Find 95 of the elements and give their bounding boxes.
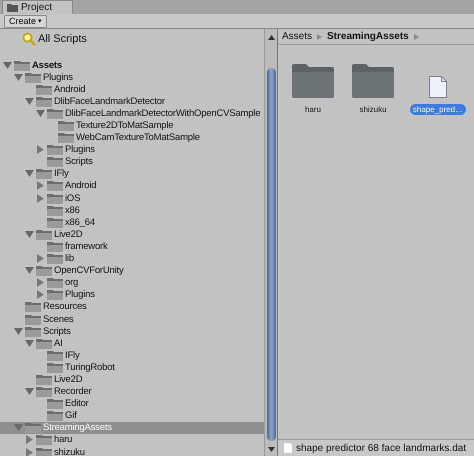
- asset-item[interactable]: shizuku: [350, 59, 396, 115]
- file-icon: [284, 443, 292, 453]
- tree-item[interactable]: Texture2DToMatSample: [0, 119, 264, 132]
- folder-icon: [351, 64, 395, 98]
- tree-item[interactable]: Scenes: [0, 312, 264, 326]
- tree-item[interactable]: Gif: [0, 410, 264, 422]
- tree-item[interactable]: Android: [0, 83, 264, 96]
- tree-item[interactable]: Plugins: [0, 144, 264, 156]
- tree-item[interactable]: Resources: [0, 300, 264, 313]
- selected-path: shape predictor 68 face landmarks.dat: [296, 442, 466, 454]
- expanded-arrow-icon[interactable]: [25, 230, 34, 238]
- tree-item[interactable]: haru: [0, 434, 264, 446]
- tree-item[interactable]: Scripts: [0, 156, 264, 168]
- tree-item[interactable]: Assets: [0, 59, 264, 72]
- file-icon: [429, 76, 447, 98]
- expanded-arrow-icon[interactable]: [25, 267, 34, 274]
- folder-icon: [36, 96, 52, 107]
- folder-icon: [36, 386, 52, 398]
- folder-icon: [36, 84, 52, 95]
- folder-icon: [47, 144, 63, 156]
- folder-icon: [47, 398, 63, 410]
- tree-item[interactable]: lib: [0, 252, 264, 265]
- tree-item[interactable]: org: [0, 276, 264, 289]
- tree-item[interactable]: IFly: [0, 349, 264, 362]
- folder-icon: [47, 180, 63, 192]
- tree-item[interactable]: iOS: [0, 192, 264, 204]
- folder-icon: [36, 168, 52, 180]
- tree-item[interactable]: x86: [0, 204, 264, 216]
- folder-icon: [47, 253, 63, 264]
- tree-item[interactable]: WebCamTextureToMatSample: [0, 132, 264, 144]
- tree-item[interactable]: All Scripts: [0, 31, 264, 47]
- folder-icon: [36, 338, 52, 349]
- folder-icon: [36, 434, 52, 446]
- collapsed-arrow-icon[interactable]: [36, 145, 45, 154]
- tree-item[interactable]: x86_64: [0, 216, 264, 228]
- folder-icon: [47, 277, 63, 288]
- collapsed-arrow-icon[interactable]: [36, 254, 45, 264]
- scroll-up-icon[interactable]: [268, 35, 274, 40]
- folder-icon: [291, 64, 335, 98]
- expanded-arrow-icon[interactable]: [25, 388, 34, 396]
- folder-icon: [36, 446, 52, 456]
- folder-icon: [47, 350, 63, 361]
- asset-label: shizuku: [358, 104, 388, 115]
- tree-item[interactable]: OpenCVForUnity: [0, 264, 264, 277]
- tree-item[interactable]: AI: [0, 337, 264, 350]
- tree-item[interactable]: Plugins: [0, 71, 264, 84]
- scrollbar-thumb[interactable]: [266, 68, 276, 441]
- folder-icon: [47, 156, 63, 168]
- tree-item[interactable]: Android: [0, 180, 264, 192]
- folder-icon: [36, 374, 52, 385]
- tree-item[interactable]: Scripts: [0, 325, 264, 338]
- chevron-icon: [414, 34, 419, 40]
- folder-icon: [25, 72, 41, 83]
- folder-icon: [58, 120, 74, 132]
- search-icon: [22, 32, 36, 46]
- tree-item[interactable]: DlibFaceLandmarkDetector: [0, 95, 264, 108]
- folder-icon: [47, 192, 63, 204]
- chevron-icon: [317, 34, 322, 40]
- folder-icon: [25, 422, 41, 434]
- folder-icon: [25, 301, 41, 312]
- tree-item[interactable]: Recorder: [0, 386, 264, 398]
- folder-icon: [47, 216, 63, 228]
- folder-icon: [36, 265, 52, 276]
- folder-icon: [47, 108, 63, 119]
- tree-item[interactable]: Editor: [0, 398, 264, 410]
- asset-label: haru: [304, 104, 322, 115]
- folder-icon: [47, 362, 63, 373]
- tree-item[interactable]: DlibFaceLandmarkDetectorWithOpenCVSample: [0, 107, 264, 120]
- expanded-arrow-icon[interactable]: [14, 424, 23, 432]
- tree-item[interactable]: Live2D: [0, 228, 264, 240]
- tree-item[interactable]: Plugins: [0, 288, 264, 301]
- project-tab[interactable]: Project: [2, 0, 74, 14]
- scroll-down-icon[interactable]: [268, 447, 274, 452]
- scrollbar[interactable]: [264, 29, 277, 456]
- folder-icon: [47, 410, 63, 422]
- folder-icon: [36, 228, 52, 240]
- asset-item[interactable]: shape_pred…: [410, 59, 466, 115]
- folder-icon: [25, 314, 41, 325]
- tree-item[interactable]: shizuku: [0, 446, 264, 456]
- folder-icon: [47, 240, 63, 252]
- expanded-arrow-icon[interactable]: [25, 170, 34, 178]
- tree-item[interactable]: framework: [0, 240, 264, 252]
- breadcrumb-item[interactable]: StreamingAssets: [327, 31, 409, 42]
- asset-item[interactable]: haru: [290, 59, 336, 115]
- folder-icon: [58, 132, 74, 144]
- asset-label: shape_pred…: [410, 104, 466, 115]
- breadcrumb-item[interactable]: Assets: [282, 31, 312, 42]
- tree-item[interactable]: TuringRobot: [0, 361, 264, 374]
- folder-icon: [14, 60, 30, 71]
- folder-icon: [47, 289, 63, 300]
- tree-item[interactable]: IFly: [0, 168, 264, 180]
- folder-icon: [47, 204, 63, 216]
- folder-icon: [7, 3, 18, 12]
- tree-item[interactable]: Live2D: [0, 373, 264, 386]
- folder-icon: [25, 326, 41, 337]
